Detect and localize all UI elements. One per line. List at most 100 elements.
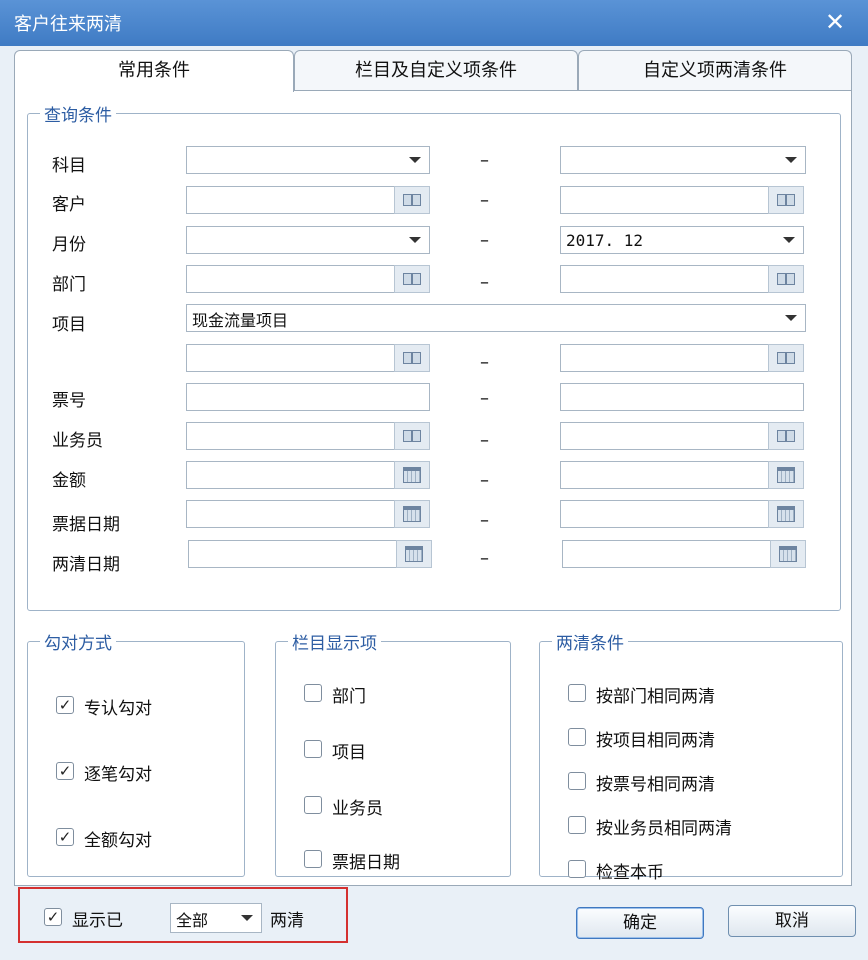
checkbox-show-bill-date[interactable] xyxy=(304,850,322,868)
amount-label: 金额 xyxy=(52,471,86,491)
checkbox-clear-by-salesperson[interactable] xyxy=(568,816,586,834)
clear-date-label: 两清日期 xyxy=(52,555,120,575)
reference-lookup-button[interactable] xyxy=(394,186,430,214)
clear-date-to-input[interactable] xyxy=(562,540,806,568)
subject-from-select[interactable] xyxy=(186,146,430,174)
subject-label: 科目 xyxy=(52,156,86,176)
calendar-icon xyxy=(779,546,797,562)
customer-from-input[interactable] xyxy=(186,186,430,214)
ok-button[interactable]: 确定 xyxy=(576,907,704,939)
ticket-number-to-input[interactable] xyxy=(560,383,804,411)
project-to-input[interactable] xyxy=(560,344,804,372)
chevron-down-icon[interactable] xyxy=(409,157,421,163)
amount-to-input[interactable] xyxy=(560,461,804,489)
salesperson-from-input[interactable] xyxy=(186,422,430,450)
clear-conditions-group: 两清条件 按部门相同两清 按项目相同两清 按票号相同两清 按业务员相同两清 检查… xyxy=(539,629,843,883)
range-dash: – xyxy=(480,510,489,531)
reference-icon xyxy=(777,430,795,442)
customer-to-input[interactable] xyxy=(560,186,804,214)
ticket-number-label: 票号 xyxy=(52,391,86,411)
project-from-input[interactable] xyxy=(186,344,430,372)
month-label: 月份 xyxy=(52,235,86,255)
bill-date-label: 票据日期 xyxy=(52,515,120,535)
calendar-icon xyxy=(403,506,421,522)
bill-date-to-input[interactable] xyxy=(560,500,804,528)
calendar-button[interactable] xyxy=(396,540,432,568)
calendar-icon xyxy=(405,546,423,562)
checkbox-clear-by-ticket[interactable] xyxy=(568,772,586,790)
title-bar[interactable]: 客户往来两清 ✕ xyxy=(0,0,868,46)
salesperson-to-input[interactable] xyxy=(560,422,804,450)
window-title: 客户往来两清 xyxy=(14,14,122,35)
highlight-box xyxy=(18,887,348,943)
cancel-button[interactable]: 取消 xyxy=(728,905,856,937)
tab-column-custom-conditions[interactable]: 栏目及自定义项条件 xyxy=(294,50,578,90)
display-columns-legend: 栏目显示项 xyxy=(292,634,377,654)
display-columns-group: 栏目显示项 部门 项目 业务员 票据日期 xyxy=(275,629,511,877)
chevron-down-icon[interactable] xyxy=(785,157,797,163)
range-dash: – xyxy=(480,548,489,569)
checkbox-match-specific[interactable]: ✓ xyxy=(56,696,74,714)
department-label: 部门 xyxy=(52,275,86,295)
amount-from-input[interactable] xyxy=(186,461,430,489)
chevron-down-icon[interactable] xyxy=(785,315,797,321)
department-to-input[interactable] xyxy=(560,265,804,293)
month-from-select[interactable] xyxy=(186,226,430,254)
reference-lookup-button[interactable] xyxy=(394,265,430,293)
reference-lookup-button[interactable] xyxy=(768,265,804,293)
dialog-window: 客户往来两清 ✕ 常用条件 栏目及自定义项条件 自定义项两清条件 查询条件 科目… xyxy=(0,0,868,960)
range-dash: – xyxy=(480,190,489,211)
tab-custom-clear-conditions[interactable]: 自定义项两清条件 xyxy=(578,50,852,90)
project-category-select[interactable]: 现金流量项目 xyxy=(186,304,806,332)
reference-lookup-button[interactable] xyxy=(768,422,804,450)
salesperson-label: 业务员 xyxy=(52,431,103,451)
close-icon[interactable]: ✕ xyxy=(820,6,850,38)
calendar-button[interactable] xyxy=(770,540,806,568)
match-mode-group: 勾对方式 ✓ 专认勾对 ✓ 逐笔勾对 ✓ 全额勾对 xyxy=(27,629,245,877)
range-dash: – xyxy=(480,230,489,251)
checkbox-clear-by-department[interactable] xyxy=(568,684,586,702)
checkbox-match-itemwise[interactable]: ✓ xyxy=(56,762,74,780)
calculator-icon xyxy=(403,467,421,483)
month-to-select[interactable]: 2017. 12 xyxy=(560,226,804,254)
checkbox-check-local-currency[interactable] xyxy=(568,860,586,878)
range-dash: – xyxy=(480,470,489,491)
checkbox-show-department[interactable] xyxy=(304,684,322,702)
match-mode-legend: 勾对方式 xyxy=(44,634,112,654)
chevron-down-icon[interactable] xyxy=(783,237,795,243)
range-dash: – xyxy=(480,150,489,171)
customer-label: 客户 xyxy=(52,195,86,215)
calculator-button[interactable] xyxy=(768,461,804,489)
tab-panel-common: 查询条件 科目 – 客户 – 月份 – 2017. 12 部门 – 项目 现金流… xyxy=(14,90,852,886)
department-from-input[interactable] xyxy=(186,265,430,293)
checkbox-show-project[interactable] xyxy=(304,740,322,758)
chevron-down-icon[interactable] xyxy=(409,237,421,243)
reference-lookup-button[interactable] xyxy=(768,186,804,214)
calendar-button[interactable] xyxy=(768,500,804,528)
checkbox-show-salesperson[interactable] xyxy=(304,796,322,814)
range-dash: – xyxy=(480,272,489,293)
ticket-number-from-input[interactable] xyxy=(186,383,430,411)
clear-conditions-legend: 两清条件 xyxy=(556,634,624,654)
reference-icon xyxy=(403,273,421,285)
subject-to-select[interactable] xyxy=(560,146,806,174)
range-dash: – xyxy=(480,352,489,373)
reference-icon xyxy=(777,194,795,206)
calendar-icon xyxy=(777,506,795,522)
calculator-icon xyxy=(777,467,795,483)
reference-lookup-button[interactable] xyxy=(394,344,430,372)
range-dash: – xyxy=(480,388,489,409)
clear-date-from-input[interactable] xyxy=(188,540,432,568)
calculator-button[interactable] xyxy=(394,461,430,489)
reference-icon xyxy=(403,430,421,442)
calendar-button[interactable] xyxy=(394,500,430,528)
range-dash: – xyxy=(480,430,489,451)
tab-common-conditions[interactable]: 常用条件 xyxy=(14,50,294,92)
reference-lookup-button[interactable] xyxy=(768,344,804,372)
checkbox-match-full-amount[interactable]: ✓ xyxy=(56,828,74,846)
bill-date-from-input[interactable] xyxy=(186,500,430,528)
query-conditions-legend: 查询条件 xyxy=(44,106,112,126)
checkbox-clear-by-project[interactable] xyxy=(568,728,586,746)
reference-lookup-button[interactable] xyxy=(394,422,430,450)
project-label: 项目 xyxy=(52,315,86,335)
